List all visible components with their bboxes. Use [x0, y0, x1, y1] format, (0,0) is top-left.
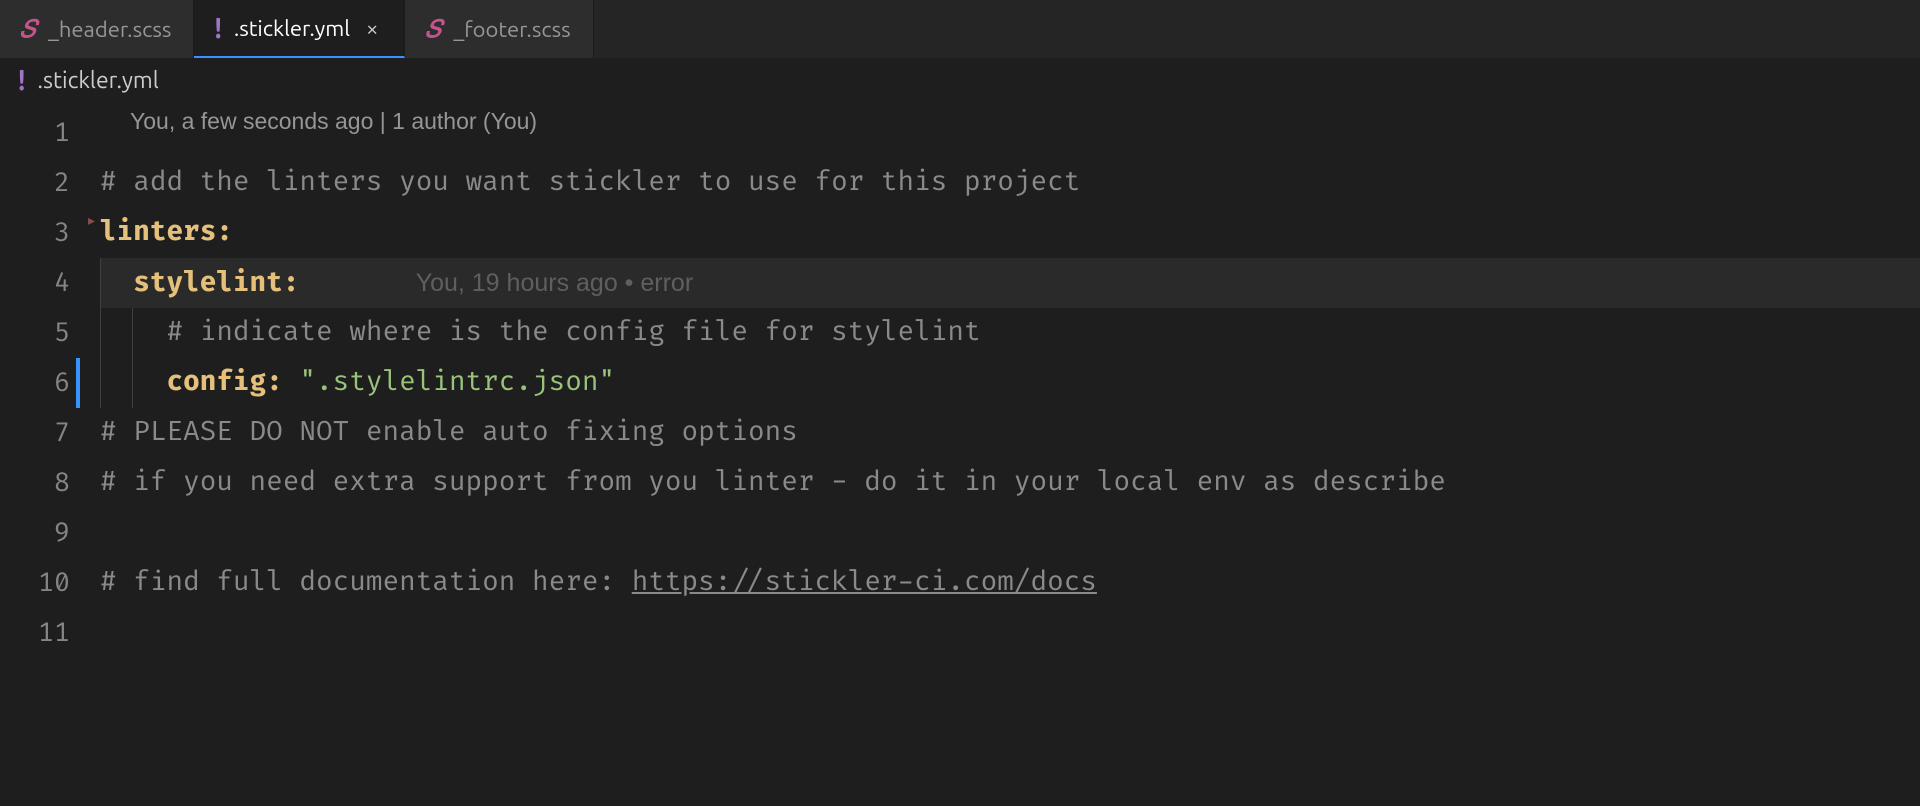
- yml-icon: !: [18, 66, 25, 95]
- line-number: 2: [0, 158, 70, 208]
- line-number: 4: [0, 258, 70, 308]
- editor[interactable]: 1 2 3 4 5 6 7 8 9 10 11 ▸ You, a few sec…: [0, 102, 1920, 708]
- breadcrumb[interactable]: ! .stickler.yml: [0, 58, 1920, 102]
- yaml-string: ".stylelintrc.json": [299, 366, 615, 399]
- code-line: [100, 658, 1920, 708]
- line-gutter: 1 2 3 4 5 6 7 8 9 10 11: [0, 102, 100, 708]
- code-line: linters:: [100, 208, 1920, 258]
- scss-icon: 𝑆: [20, 17, 36, 41]
- tab-header-scss[interactable]: 𝑆 _header.scss: [0, 0, 194, 58]
- code-line: stylelint: You, 19 hours ago • error: [100, 258, 1920, 308]
- doc-link[interactable]: https://stickler-ci.com/docs: [632, 566, 1097, 599]
- line-number: 8: [0, 458, 70, 508]
- code-line: [100, 608, 1920, 658]
- yaml-key: config:: [166, 366, 282, 399]
- code-line: # if you need extra support from you lin…: [100, 458, 1920, 508]
- close-icon[interactable]: ×: [362, 16, 382, 41]
- line-number: 11: [0, 608, 70, 658]
- tab-label: _footer.scss: [453, 17, 570, 42]
- comment-text: # find full documentation here:: [100, 566, 632, 599]
- comment-text: # if you need extra support from you lin…: [100, 466, 1446, 499]
- line-number: 3: [0, 208, 70, 258]
- code-line: # add the linters you want stickler to u…: [100, 158, 1920, 208]
- tab-bar: 𝑆 _header.scss ! .stickler.yml × 𝑆 _foot…: [0, 0, 1920, 58]
- tab-stickler-yml[interactable]: ! .stickler.yml ×: [194, 0, 405, 58]
- code-line: # indicate where is the config file for …: [100, 308, 1920, 358]
- modified-indicator: [76, 358, 80, 408]
- code-area[interactable]: # add the linters you want stickler to u…: [100, 102, 1920, 708]
- line-number: 1: [0, 108, 70, 158]
- inline-blame: You, 19 hours ago • error: [416, 269, 693, 297]
- yaml-key: linters:: [100, 216, 233, 249]
- line-number: 5: [0, 308, 70, 358]
- comment-text: # add the linters you want stickler to u…: [100, 166, 1080, 199]
- code-line: config: ".stylelintrc.json": [100, 358, 1920, 408]
- comment-text: # indicate where is the config file for …: [166, 316, 980, 349]
- comment-text: # PLEASE DO NOT enable auto fixing optio…: [100, 416, 798, 449]
- tab-footer-scss[interactable]: 𝑆 _footer.scss: [405, 0, 593, 58]
- yml-icon: !: [214, 14, 221, 43]
- code-line: # PLEASE DO NOT enable auto fixing optio…: [100, 408, 1920, 458]
- breadcrumb-file: .stickler.yml: [37, 68, 158, 93]
- line-number: 9: [0, 508, 70, 558]
- line-number: 10: [0, 558, 70, 608]
- fold-marker-icon[interactable]: ▸: [88, 212, 95, 229]
- line-number: 6: [0, 358, 70, 408]
- tab-label: _header.scss: [48, 17, 171, 42]
- scss-icon: 𝑆: [425, 17, 441, 41]
- code-line: # find full documentation here: https://…: [100, 558, 1920, 608]
- tab-label: .stickler.yml: [234, 16, 350, 41]
- line-number: 7: [0, 408, 70, 458]
- code-line: [100, 508, 1920, 558]
- yaml-key: stylelint:: [133, 267, 299, 300]
